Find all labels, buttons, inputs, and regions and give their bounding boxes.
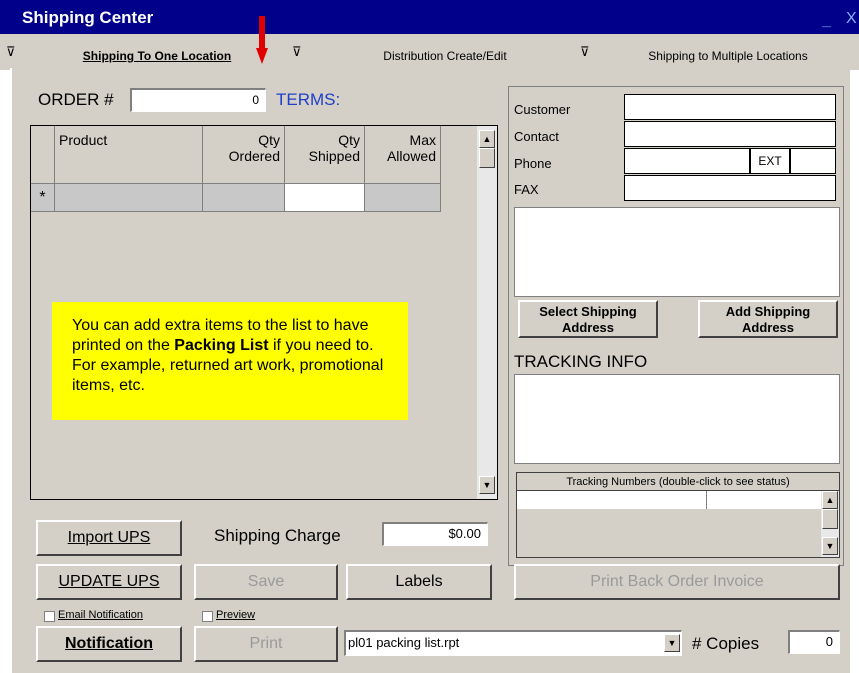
scroll-down-icon[interactable]: ▼ bbox=[822, 537, 838, 555]
cell-max-allowed[interactable] bbox=[365, 184, 441, 212]
cell-product[interactable] bbox=[55, 184, 203, 212]
grid-scrollbar[interactable]: ▲ ▼ bbox=[477, 126, 497, 499]
copies-label: # Copies bbox=[692, 634, 760, 653]
tab-multiple-locations[interactable]: Shipping to Multiple Locations bbox=[622, 45, 834, 67]
report-select-value: pl01 packing list.rpt bbox=[348, 635, 460, 650]
order-number-input[interactable]: 0 bbox=[130, 88, 266, 112]
tracking-numbers-header: Tracking Numbers (double-click to see st… bbox=[517, 473, 839, 491]
column-product[interactable]: Product bbox=[55, 126, 203, 184]
close-icon[interactable]: X bbox=[846, 10, 857, 28]
title-bar: Shipping Center _ X bbox=[0, 0, 859, 34]
scroll-up-icon[interactable]: ▲ bbox=[822, 491, 838, 509]
scroll-up-icon[interactable]: ▲ bbox=[479, 130, 495, 148]
scroll-down-icon[interactable]: ▼ bbox=[479, 476, 495, 494]
note-bold: Packing List bbox=[174, 337, 269, 354]
tab-strip: ⊽ Shipping To One Location ⊽ Distributio… bbox=[0, 34, 859, 70]
new-row-marker: * bbox=[31, 184, 55, 212]
email-notification-label: Email Notification bbox=[58, 609, 143, 621]
order-label: ORDER # bbox=[38, 90, 114, 109]
contact-field[interactable] bbox=[624, 121, 836, 147]
tracking-info-box[interactable] bbox=[514, 374, 840, 464]
help-note: You can add extra items to the list to h… bbox=[52, 302, 408, 420]
email-notification-checkbox[interactable] bbox=[44, 611, 55, 622]
cell-qty-shipped[interactable] bbox=[285, 184, 365, 212]
tab-divider-icon: ⊽ bbox=[580, 44, 590, 59]
tab-distribution[interactable]: Distribution Create/Edit bbox=[340, 45, 550, 67]
tab-divider-icon: ⊽ bbox=[292, 44, 302, 59]
add-shipping-address-button[interactable]: Add Shipping Address bbox=[698, 300, 838, 338]
print-back-order-invoice-button[interactable]: Print Back Order Invoice bbox=[514, 564, 840, 600]
update-ups-label: UPDATE UPS bbox=[58, 573, 160, 590]
tracking-cell[interactable] bbox=[517, 491, 707, 509]
labels-button[interactable]: Labels bbox=[346, 564, 492, 600]
customer-field[interactable] bbox=[624, 94, 836, 120]
scroll-thumb[interactable] bbox=[479, 148, 495, 168]
minimize-icon[interactable]: _ bbox=[822, 12, 831, 30]
red-arrow-icon bbox=[256, 16, 268, 64]
window-title: Shipping Center bbox=[22, 8, 154, 27]
fax-field[interactable] bbox=[624, 175, 836, 201]
shipping-charge-label: Shipping Charge bbox=[214, 526, 341, 545]
import-ups-button[interactable]: Import UPS bbox=[36, 520, 182, 556]
update-ups-button[interactable]: UPDATE UPS bbox=[36, 564, 182, 600]
terms-label: TERMS: bbox=[276, 90, 341, 109]
save-button[interactable]: Save bbox=[194, 564, 338, 600]
tracking-info-title: TRACKING INFO bbox=[514, 352, 648, 371]
shipping-charge-input[interactable]: $0.00 bbox=[382, 522, 488, 546]
tracking-numbers-list[interactable]: Tracking Numbers (double-click to see st… bbox=[516, 472, 840, 558]
tracking-cell[interactable] bbox=[707, 491, 821, 509]
import-ups-label: Import UPS bbox=[67, 529, 151, 546]
phone-field[interactable] bbox=[624, 148, 750, 174]
contact-label: Contact bbox=[514, 129, 559, 144]
select-shipping-address-button[interactable]: Select Shipping Address bbox=[518, 300, 658, 338]
scroll-thumb[interactable] bbox=[822, 509, 838, 529]
ext-label: EXT bbox=[750, 148, 790, 174]
report-select[interactable]: pl01 packing list.rpt ▼ bbox=[344, 630, 682, 656]
preview-checkbox[interactable] bbox=[202, 611, 213, 622]
ext-field[interactable] bbox=[790, 148, 836, 174]
tracking-scrollbar[interactable]: ▲ ▼ bbox=[821, 491, 839, 557]
copies-input[interactable]: 0 bbox=[788, 630, 840, 654]
chevron-down-icon[interactable]: ▼ bbox=[664, 634, 680, 652]
shipping-center-window: Shipping Center _ X ⊽ Shipping To One Lo… bbox=[0, 0, 859, 673]
row-selector-header bbox=[31, 126, 55, 184]
tab-divider-icon: ⊽ bbox=[6, 44, 16, 59]
customer-label: Customer bbox=[514, 102, 571, 117]
column-qty-ordered[interactable]: Qty Ordered bbox=[203, 126, 285, 184]
notification-label: Notification bbox=[65, 635, 153, 652]
column-max-allowed[interactable]: Max Allowed bbox=[365, 126, 441, 184]
tab-shipping-one-location[interactable]: Shipping To One Location bbox=[52, 45, 262, 67]
fax-label: FAX bbox=[514, 182, 539, 197]
print-button[interactable]: Print bbox=[194, 626, 338, 662]
shipping-address-box[interactable] bbox=[514, 207, 840, 297]
preview-label: Preview bbox=[216, 609, 256, 621]
phone-label: Phone bbox=[514, 156, 552, 171]
notification-button[interactable]: Notification bbox=[36, 626, 182, 662]
column-qty-shipped[interactable]: Qty Shipped bbox=[285, 126, 365, 184]
cell-qty-ordered[interactable] bbox=[203, 184, 285, 212]
